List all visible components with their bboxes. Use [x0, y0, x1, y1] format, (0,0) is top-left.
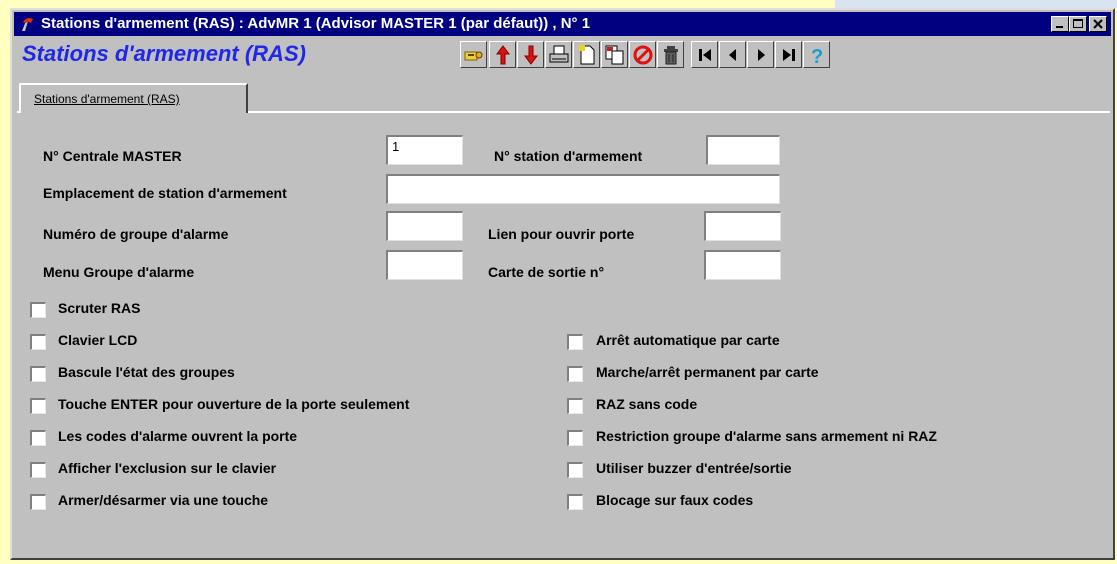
- maximize-icon: [1073, 19, 1083, 28]
- minimize-icon: [1056, 26, 1063, 28]
- new-button[interactable]: [573, 41, 600, 68]
- checkbox-label: Blocage sur faux codes: [596, 492, 754, 508]
- auto-stop-card-checkbox[interactable]: [567, 334, 583, 350]
- checkbox-label: Afficher l'exclusion sur le clavier: [58, 460, 277, 476]
- previous-record-button[interactable]: [719, 41, 746, 68]
- buzzer-checkbox[interactable]: [567, 462, 583, 478]
- arrow-down-icon: [524, 45, 538, 65]
- print-button[interactable]: [545, 41, 572, 68]
- false-codes-lock-checkbox[interactable]: [567, 494, 583, 510]
- tab-label: Stations d'armement (RAS): [34, 92, 180, 106]
- scruter-ras-checkbox[interactable]: [30, 302, 46, 318]
- help-icon: ?: [811, 46, 823, 67]
- title-bar[interactable]: Stations d'armement (RAS) : AdvMR 1 (Adv…: [14, 12, 1111, 36]
- next-record-button[interactable]: [747, 41, 774, 68]
- group-restriction-checkbox[interactable]: [567, 430, 583, 446]
- menu-field[interactable]: [386, 250, 463, 280]
- window-title: Stations d'armement (RAS) : AdvMR 1 (Adv…: [41, 15, 591, 32]
- close-icon: [1093, 19, 1103, 29]
- close-button[interactable]: [1089, 16, 1107, 32]
- show-exclusion-checkbox[interactable]: [30, 462, 46, 478]
- first-record-button[interactable]: [691, 41, 718, 68]
- copy-icon: [605, 45, 624, 65]
- header-row: Stations d'armement (RAS) ?: [14, 38, 1111, 82]
- alarm-codes-open-door-checkbox[interactable]: [30, 430, 46, 446]
- svg-text:?: ?: [811, 46, 823, 67]
- location-field[interactable]: [386, 174, 780, 204]
- cancel-icon: [633, 45, 653, 65]
- new-icon: [579, 45, 595, 65]
- door-label: Lien pour ouvrir porte: [488, 226, 635, 242]
- key-button[interactable]: [460, 41, 487, 68]
- last-record-button[interactable]: [775, 41, 802, 68]
- key-icon: [464, 51, 483, 61]
- form-title: Stations d'armement (RAS): [22, 41, 306, 66]
- print-icon: [549, 45, 569, 63]
- arrow-up-icon: [496, 45, 510, 65]
- enter-key-checkbox[interactable]: [30, 398, 46, 414]
- app-window: Stations d'armement (RAS) : AdvMR 1 (Adv…: [10, 8, 1115, 560]
- checkbox-label: Bascule l'état des groupes: [58, 364, 235, 380]
- checkbox-label: Arrêt automatique par carte: [596, 332, 780, 348]
- station-label: N° station d'armement: [494, 148, 643, 164]
- checkbox-label: Clavier LCD: [58, 332, 138, 348]
- group-field[interactable]: [386, 211, 463, 241]
- help-button[interactable]: ?: [803, 41, 830, 68]
- checkbox-label: Touche ENTER pour ouverture de la porte …: [58, 396, 410, 412]
- door-field[interactable]: [704, 211, 781, 241]
- toggle-groups-checkbox[interactable]: [30, 366, 46, 382]
- delete-button[interactable]: [657, 41, 684, 68]
- move-down-button[interactable]: [517, 41, 544, 68]
- location-label: Emplacement de station d'armement: [43, 185, 287, 201]
- permanent-card-checkbox[interactable]: [567, 366, 583, 382]
- maximize-button[interactable]: [1069, 16, 1087, 32]
- station-field[interactable]: [706, 135, 780, 165]
- checkbox-label: RAZ sans code: [596, 396, 698, 412]
- checkbox-label: Armer/désarmer via une touche: [58, 492, 269, 508]
- master-label: N° Centrale MASTER: [43, 148, 182, 164]
- checkbox-label: Marche/arrêt permanent par carte: [596, 364, 819, 380]
- previous-icon: [729, 49, 736, 61]
- desktop-strip: [835, 0, 1117, 8]
- app-icon: [22, 18, 33, 31]
- card-label: Carte de sortie n°: [488, 264, 605, 280]
- checkbox-label: Les codes d'alarme ouvrent la porte: [58, 428, 298, 444]
- first-icon: [699, 49, 711, 61]
- last-icon: [783, 49, 795, 61]
- clavier-lcd-checkbox[interactable]: [30, 334, 46, 350]
- raz-no-code-checkbox[interactable]: [567, 398, 583, 414]
- master-field[interactable]: 1: [386, 135, 463, 165]
- one-key-arm-checkbox[interactable]: [30, 494, 46, 510]
- checkbox-label: Restriction groupe d'alarme sans armemen…: [596, 428, 937, 444]
- cancel-button[interactable]: [629, 41, 656, 68]
- tab-stations[interactable]: Stations d'armement (RAS): [19, 83, 248, 113]
- copy-button[interactable]: [601, 41, 628, 68]
- move-up-button[interactable]: [489, 41, 516, 68]
- menu-label: Menu Groupe d'alarme: [43, 264, 195, 280]
- checkbox-label: Utiliser buzzer d'entrée/sortie: [596, 460, 792, 476]
- group-label: Numéro de groupe d'alarme: [43, 226, 229, 242]
- minimize-button[interactable]: [1051, 16, 1069, 32]
- next-icon: [758, 49, 765, 61]
- card-field[interactable]: [704, 250, 781, 280]
- delete-icon: [664, 46, 678, 65]
- checkbox-label: Scruter RAS: [58, 300, 141, 316]
